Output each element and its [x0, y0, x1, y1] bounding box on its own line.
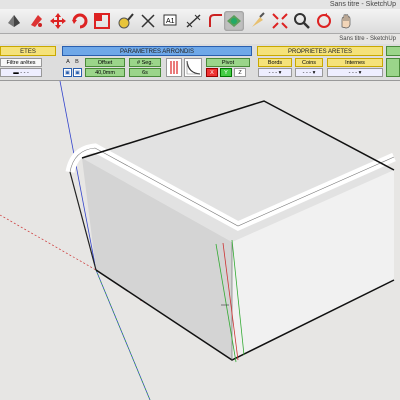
round-corner-panel: ETES PARAMETRES ARRONDIS PROPRIETES ARET…	[0, 44, 400, 81]
axis-z-button[interactable]: Z	[234, 68, 246, 77]
zoom-extents-icon[interactable]	[270, 11, 290, 31]
internes-label: Internes	[327, 58, 383, 67]
edges-header: ETES	[0, 46, 56, 56]
pivot-label: Pivot	[206, 58, 250, 67]
rotate-icon[interactable]	[70, 11, 90, 31]
seg-label: # Seg.	[129, 58, 161, 67]
offset-input[interactable]: 40,0mm	[85, 68, 125, 77]
move-icon[interactable]	[48, 11, 68, 31]
extra-header	[386, 46, 400, 56]
window-subtitle: Sans titre - SketchUp	[339, 36, 396, 42]
select-tool-icon[interactable]	[4, 11, 24, 31]
proprietes-header: PROPRIETES ARETES	[257, 46, 383, 56]
filtre-aretes-button[interactable]: Filtre arêtes	[0, 58, 42, 67]
a-label: A	[66, 59, 70, 65]
mode-a-button[interactable]: ▣	[63, 68, 72, 77]
internes-dropdown[interactable]: - - - ▾	[327, 68, 383, 77]
b-label: B	[75, 59, 79, 65]
3d-viewport[interactable]	[0, 81, 400, 400]
dimension-icon[interactable]	[184, 11, 204, 31]
bords-dropdown[interactable]: - - - ▾	[258, 68, 292, 77]
tape-measure-icon[interactable]	[116, 11, 136, 31]
bords-label: Bords	[258, 58, 292, 67]
mode-b-button[interactable]: ▣	[73, 68, 82, 77]
arrondis-header: PARAMETRES ARRONDIS	[62, 46, 252, 56]
window-title: Sans titre - SketchUp	[329, 1, 396, 8]
coins-label: Coins	[295, 58, 323, 67]
axes-icon[interactable]	[138, 11, 158, 31]
orbit-icon[interactable]	[314, 11, 334, 31]
axis-y-button[interactable]: Y	[220, 68, 232, 77]
svg-text:A1: A1	[166, 18, 175, 25]
paint-bucket-icon[interactable]	[26, 11, 46, 31]
axis-x-button[interactable]: X	[206, 68, 218, 77]
scale-icon[interactable]	[92, 11, 112, 31]
sandbox-icon[interactable]	[224, 11, 244, 31]
filtre-dropdown[interactable]: ▬ - - -	[0, 68, 42, 77]
seg-input[interactable]: 6s	[129, 68, 161, 77]
zoom-window-icon[interactable]	[292, 11, 312, 31]
extra-button[interactable]	[386, 58, 400, 77]
profile-lines-icon[interactable]	[166, 58, 182, 77]
main-toolbar: A1	[0, 9, 400, 34]
text-icon[interactable]: A1	[160, 11, 180, 31]
round-corner-icon[interactable]	[206, 11, 226, 31]
paint-brush-icon[interactable]	[248, 11, 268, 31]
pan-icon[interactable]	[336, 11, 356, 31]
offset-label: Offset	[85, 58, 125, 67]
coins-dropdown[interactable]: - - - ▾	[295, 68, 323, 77]
model-canvas[interactable]	[0, 81, 400, 400]
profile-curve-icon[interactable]	[184, 58, 202, 77]
